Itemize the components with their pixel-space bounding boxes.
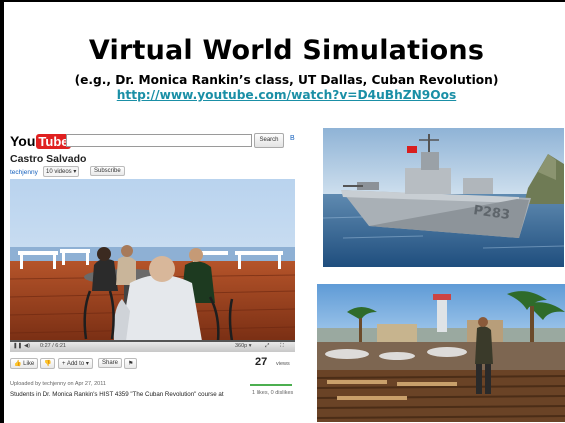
progress-bar[interactable] — [10, 340, 295, 342]
like-label: Like — [23, 361, 35, 367]
search-input[interactable] — [66, 134, 252, 147]
youtube-screenshot: You Tube Search B Castro Salvado techjen… — [10, 129, 295, 418]
upload-info: Uploaded by techjenny on Apr 27, 2011 — [10, 381, 106, 387]
youtube-link[interactable]: http://www.youtube.com/watch?v=D4uBhZN9O… — [4, 88, 565, 102]
video-title: Castro Salvado — [10, 153, 87, 165]
dislike-button[interactable]: 👎 — [40, 358, 56, 369]
youtube-logo[interactable]: You Tube — [10, 133, 71, 149]
fullscreen-icon[interactable]: ⛶ — [280, 343, 284, 350]
video-player[interactable] — [10, 179, 295, 341]
header-link[interactable]: B — [290, 135, 295, 142]
volume-icon[interactable]: ◀) — [24, 343, 30, 350]
likes-info: 1 likes, 0 dislikes — [252, 390, 294, 396]
search-button[interactable]: Search — [254, 133, 284, 148]
flag-button[interactable]: ⚑ — [124, 358, 138, 369]
ship-simulation-image: P283 — [323, 128, 564, 267]
quality-selector[interactable]: 360p ▾ — [235, 343, 252, 350]
popout-icon[interactable]: ⤢ — [265, 343, 269, 350]
rating-bar — [250, 384, 292, 386]
player-controls: ❚❚ ◀) 0:27 / 6:21 360p ▾ ⤢ ⛶ — [10, 340, 295, 352]
channel-name[interactable]: techjenny — [10, 169, 38, 176]
ship-scene: P283 — [323, 128, 564, 267]
like-button[interactable]: 👍 Like — [10, 358, 39, 369]
slide: Virtual World Simulations (e.g., Dr. Mon… — [0, 0, 565, 423]
flag-icon: ⚑ — [128, 361, 134, 367]
view-count: 27 — [255, 356, 268, 368]
time-display: 0:27 / 6:21 — [40, 343, 66, 349]
plaza-scene — [317, 284, 565, 422]
pause-icon[interactable]: ❚❚ — [13, 343, 22, 350]
slide-subtitle: (e.g., Dr. Monica Rankin’s class, UT Dal… — [74, 73, 499, 87]
video-frame-scene — [10, 179, 295, 341]
action-bar: 👍 Like 👎 + Add to ▾ Share ⚑ — [10, 357, 295, 373]
videos-dropdown[interactable]: 10 videos ▾ — [43, 166, 80, 177]
add-to-button[interactable]: + Add to ▾ — [58, 358, 93, 369]
youtube-logo-you: You — [10, 133, 36, 149]
plaza-simulation-image — [317, 284, 565, 422]
thumbs-down-icon: 👎 — [44, 361, 52, 367]
video-description: Students in Dr. Monica Rankin's HIST 435… — [10, 391, 224, 398]
thumbs-up-icon: 👍 — [14, 361, 22, 367]
share-button[interactable]: Share — [98, 358, 123, 368]
slide-title: Virtual World Simulations — [88, 35, 485, 66]
subscribe-button[interactable]: Subscribe — [90, 166, 125, 176]
views-label: views — [276, 361, 290, 367]
